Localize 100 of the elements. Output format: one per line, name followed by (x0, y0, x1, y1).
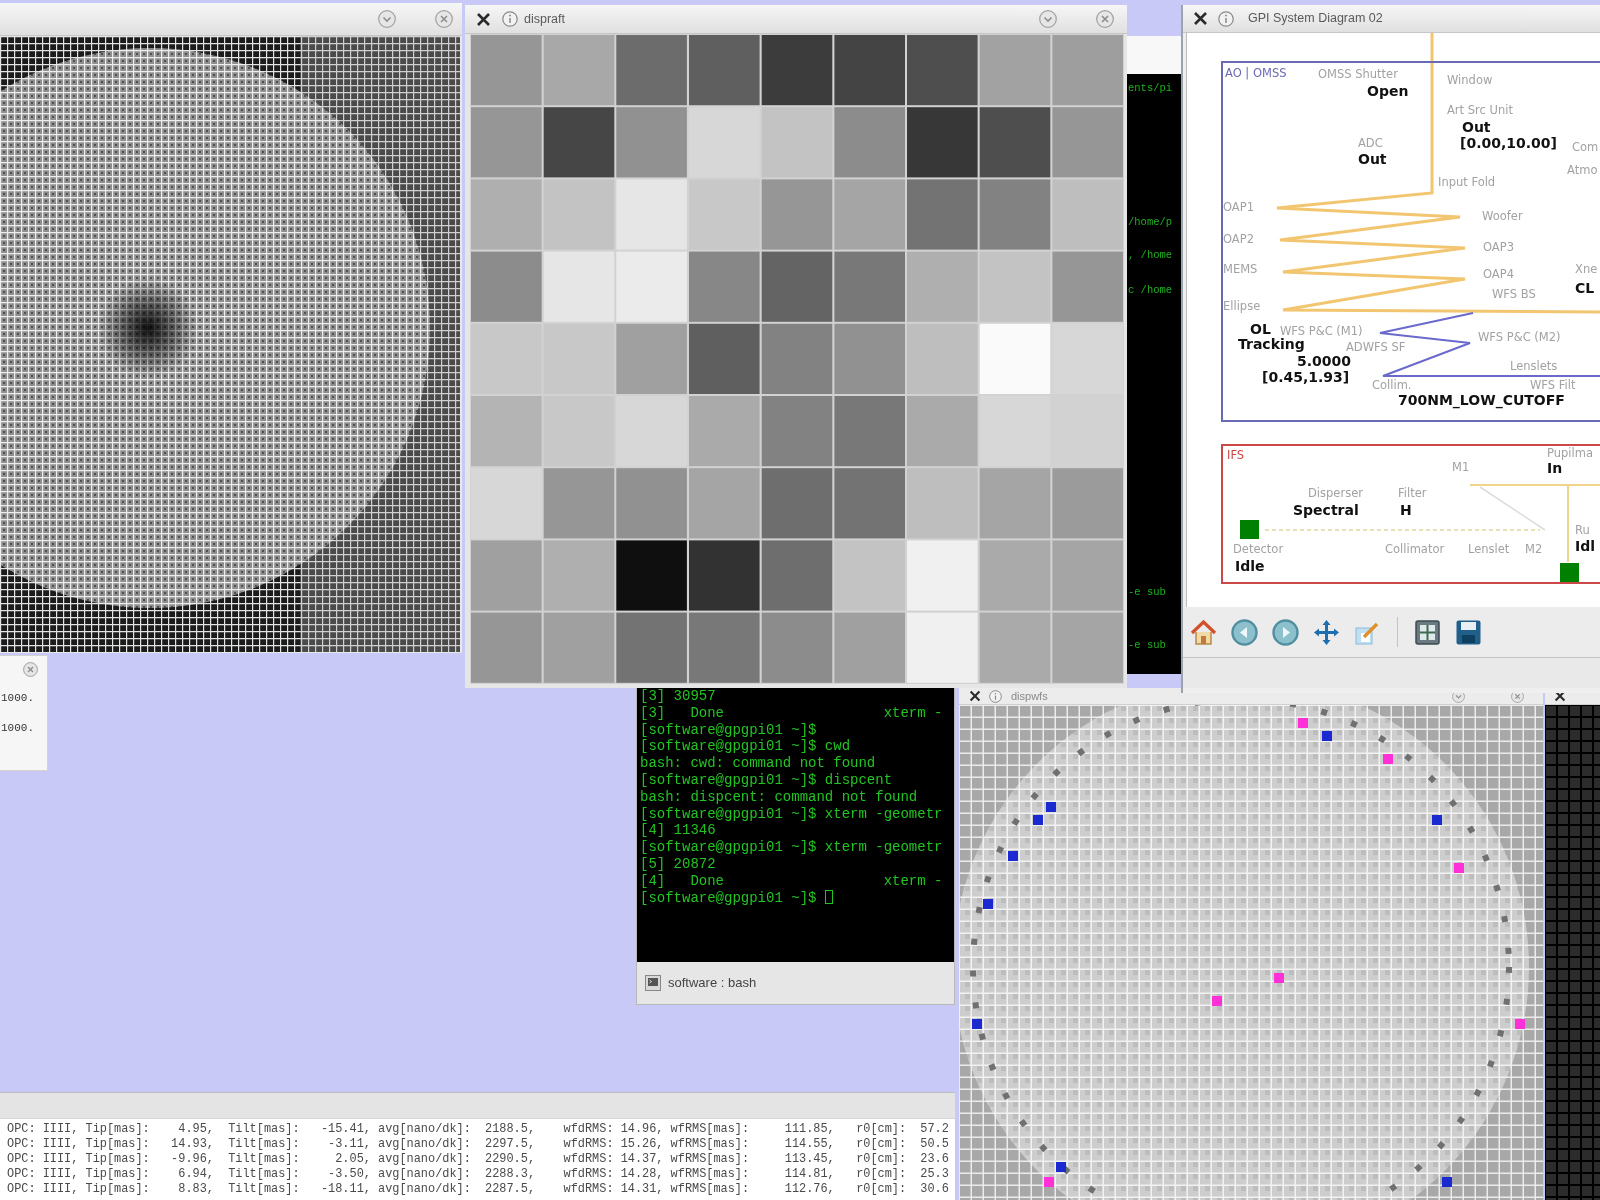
field-label: Collimator (1385, 544, 1445, 556)
field-label: Woofer (1482, 211, 1523, 223)
save-icon[interactable] (1455, 618, 1482, 646)
field-label: Lenslets (1510, 361, 1558, 373)
terminal-line: [software@gpgpi01 ~]$ cwd (640, 738, 852, 756)
terminal-line: [3] Done xterm - (640, 704, 944, 722)
marker-icon (972, 1019, 982, 1029)
field-label: ADWFS SF (1346, 342, 1406, 354)
field-label: OAP4 (1483, 269, 1514, 281)
text-cursor (824, 889, 833, 904)
field-label: ADC (1358, 138, 1383, 150)
marker-icon (1212, 996, 1222, 1006)
marker-icon (1298, 718, 1308, 728)
field-label: Window (1447, 75, 1493, 87)
info-icon[interactable] (502, 11, 518, 27)
field-value: [0.00,10.00] (1460, 136, 1557, 150)
field-value: Open (1367, 84, 1409, 98)
field-label: WFS P&C (M1) (1280, 326, 1363, 338)
terminal-line: ents/pi (1128, 82, 1173, 95)
marker-icon (1008, 851, 1018, 861)
window-title: GPI System Diagram 02 (1248, 12, 1383, 25)
x-mark-icon[interactable] (476, 11, 491, 27)
close-icon[interactable] (435, 10, 453, 28)
tab-label[interactable]: software : bash (668, 973, 757, 993)
field-label: Art Src Unit (1447, 105, 1513, 117)
marker-icon (1056, 1162, 1066, 1172)
field-label: Xne (1575, 264, 1598, 276)
terminal-line: , /home (1128, 249, 1173, 262)
terminal-line: [3] 30957 (640, 688, 717, 705)
terminal-line: [software@gpgpi01 ~]$ (640, 721, 818, 739)
marker-icon (1046, 802, 1056, 812)
value-text: 1000. (0, 691, 35, 706)
field-label: Com (1572, 142, 1599, 154)
field-label: Input Fold (1438, 177, 1496, 189)
field-label: Collim. (1372, 380, 1412, 392)
field-value: H (1400, 503, 1412, 517)
field-label: M1 (1452, 462, 1470, 474)
info-icon[interactable] (1218, 10, 1234, 27)
move-icon[interactable] (1313, 618, 1340, 646)
field-value: OL (1250, 322, 1271, 336)
x-mark-icon[interactable] (969, 690, 981, 702)
field-value: Idle (1235, 559, 1265, 573)
marker-icon (1033, 815, 1043, 825)
field-label: MEMS (1223, 264, 1258, 276)
field-label: OAP1 (1223, 202, 1254, 214)
field-label: Detector (1233, 544, 1284, 556)
terminal-line: [software@gpgpi01 ~]$ dispcent (640, 772, 894, 789)
field-value: In (1547, 461, 1563, 475)
field-label: WFS BS (1492, 289, 1536, 301)
field-label: OMSS Shutter (1318, 69, 1398, 81)
field-label: Pupilma (1547, 448, 1593, 460)
marker-icon (983, 899, 993, 909)
x-mark-icon[interactable] (1554, 690, 1566, 702)
terminal-line: bash: dispcent: command not found (640, 788, 919, 806)
terminal-line: [software@gpgpi01 ~]$ xterm -geometr (640, 839, 944, 856)
terminal-line: [software@gpgpi01 ~]$ (640, 889, 954, 907)
section-label: AO | OMSS (1225, 68, 1287, 80)
field-value: 700NM_LOW_CUTOFF (1398, 393, 1565, 407)
section-label: IFS (1227, 450, 1245, 462)
marker-icon (1442, 1177, 1452, 1187)
field-label: Disperser (1308, 488, 1363, 500)
field-label: OAP2 (1223, 234, 1254, 246)
terminal-line: -e sub (1128, 586, 1166, 599)
marker-icon (1044, 1177, 1054, 1187)
window-title: dispwfs (1011, 690, 1048, 702)
field-value: Idl (1575, 539, 1596, 553)
field-value: [0.45,1.93] (1262, 370, 1350, 384)
field-label: Ellipse (1223, 301, 1261, 313)
field-label: Atmo (1567, 165, 1598, 177)
log-line: OPC: IIII, Tip[mas]: -9.96, Tilt[mas]: 2.05, avg[nano/dk]: 2290.5, wfdRMS: 14.37, wfRMS[mas]: 113.45, r0[cm]: 23.6 (6, 1152, 950, 1167)
field-label: WFS P&C (M2) (1478, 332, 1561, 344)
log-line: OPC: IIII, Tip[mas]: 14.93, Tilt[mas]: -3.11, avg[nano/dk]: 2297.5, wfdRMS: 15.26, wfRMS[mas]: 114.55, r0[cm]: 50.5 (6, 1137, 950, 1152)
info-icon[interactable] (989, 689, 1002, 703)
field-label: OAP3 (1483, 242, 1514, 254)
window-title: dispraft (524, 12, 565, 26)
close-icon[interactable] (23, 662, 38, 677)
marker-icon (1454, 863, 1464, 873)
field-value: Tracking (1238, 337, 1305, 351)
field-value: Spectral (1293, 503, 1359, 517)
layout-icon[interactable] (1414, 618, 1441, 646)
field-label: M2 (1525, 544, 1543, 556)
x-mark-icon[interactable] (1193, 11, 1208, 26)
log-line: OPC: IIII, Tip[mas]: 6.94, Tilt[mas]: -3.50, avg[nano/dk]: 2288.3, wfdRMS: 14.28, wfRMS[mas]: 114.81, r0[cm]: 25.3 (6, 1167, 950, 1182)
close-icon[interactable] (1096, 10, 1114, 28)
field-label: Lenslet (1468, 544, 1510, 556)
terminal-line: [software@gpgpi01 ~]$ xterm -geometr (640, 805, 944, 823)
home-icon[interactable] (1190, 618, 1217, 646)
minimize-icon[interactable] (378, 10, 396, 28)
field-value: 5.0000 (1297, 354, 1352, 368)
marker-icon (1274, 973, 1284, 983)
marker-icon (1383, 754, 1393, 764)
marker-icon (1432, 815, 1442, 825)
field-value: Out (1462, 120, 1491, 134)
minimize-icon[interactable] (1039, 10, 1057, 28)
value-text: 1000. (0, 721, 35, 736)
log-line: OPC: IIII, Tip[mas]: 4.95, Tilt[mas]: -15.41, avg[nano/dk]: 2188.5, wfdRMS: 14.96, wfRMS[mas]: 111.85, r0[cm]: 57.2 (6, 1122, 950, 1137)
terminal-line: [4] 11346 (640, 822, 717, 840)
field-value: Out (1358, 152, 1387, 166)
terminal-icon (645, 975, 661, 991)
log-line: OPC: IIII, Tip[mas]: 8.83, Tilt[mas]: -18.11, avg[nano/dk]: 2287.5, wfdRMS: 14.31, wfRMS[mas]: 112.76, r0[cm]: 30.6 (6, 1182, 950, 1197)
